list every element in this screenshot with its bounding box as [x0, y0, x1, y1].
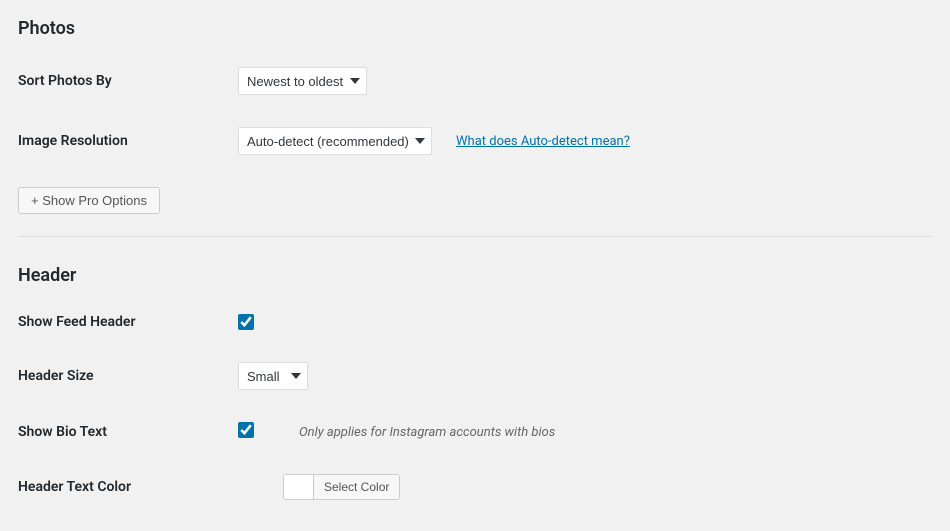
sort-photos-row: Sort Photos By Newest to oldest	[18, 67, 932, 95]
show-bio-hint: Only applies for Instagram accounts with…	[299, 425, 555, 440]
show-feed-header-checkbox[interactable]	[238, 314, 254, 330]
section-divider	[18, 236, 932, 237]
header-section-title: Header	[18, 265, 932, 286]
image-resolution-label: Image Resolution	[18, 133, 238, 149]
header-size-label: Header Size	[18, 368, 238, 384]
image-resolution-select[interactable]: Auto-detect (recommended)	[238, 127, 432, 155]
show-feed-header-label: Show Feed Header	[18, 314, 238, 330]
show-feed-header-row: Show Feed Header	[18, 314, 932, 330]
header-text-color-row: Header Text Color Select Color	[18, 474, 932, 500]
header-size-select[interactable]: Small	[238, 362, 308, 390]
image-resolution-row: Image Resolution Auto-detect (recommende…	[18, 127, 932, 155]
show-bio-text-label: Show Bio Text	[18, 424, 238, 440]
sort-photos-select[interactable]: Newest to oldest	[238, 67, 367, 95]
show-pro-options-row: + Show Pro Options	[18, 187, 932, 214]
sort-photos-label: Sort Photos By	[18, 73, 238, 89]
auto-detect-help-link[interactable]: What does Auto-detect mean?	[456, 134, 630, 149]
show-pro-options-button[interactable]: + Show Pro Options	[18, 187, 160, 214]
header-text-color-picker[interactable]: Select Color	[283, 474, 400, 500]
photos-section-title: Photos	[18, 18, 932, 39]
header-text-color-label: Header Text Color	[18, 479, 238, 495]
select-color-button[interactable]: Select Color	[314, 475, 399, 499]
color-swatch	[284, 475, 314, 499]
show-bio-text-checkbox[interactable]	[238, 422, 254, 438]
show-bio-text-row: Show Bio Text Only applies for Instagram…	[18, 422, 932, 442]
header-size-row: Header Size Small	[18, 362, 932, 390]
